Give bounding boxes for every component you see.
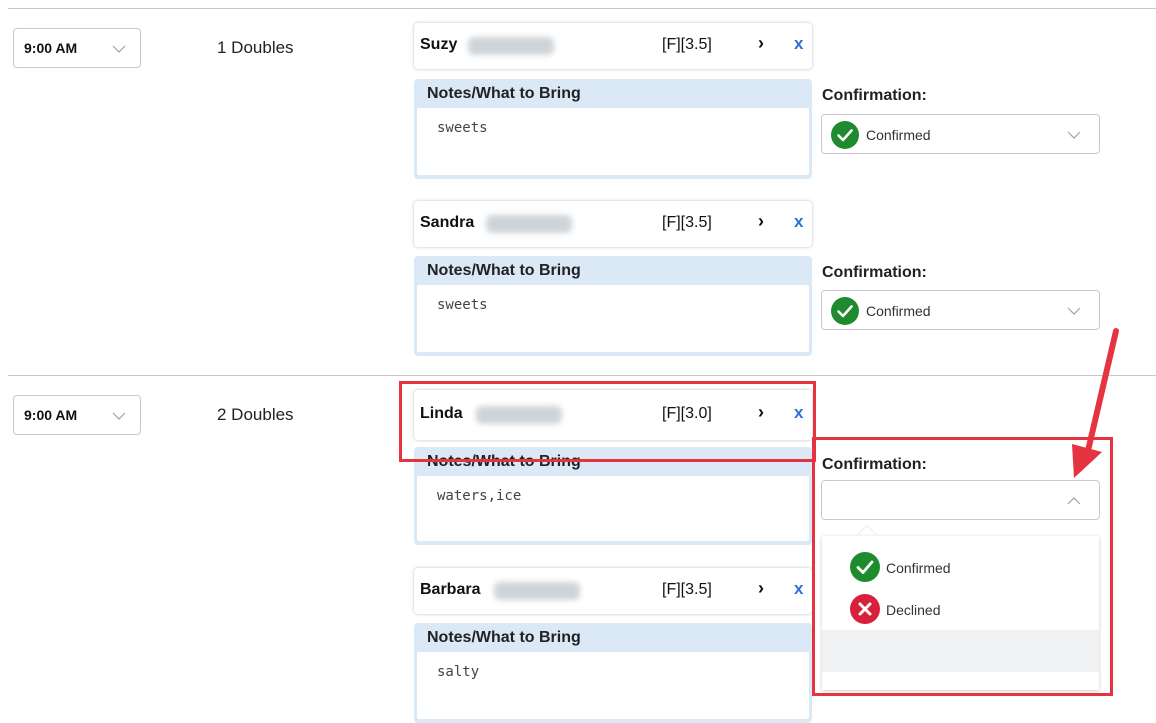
court-label: 2 Doubles: [217, 405, 294, 424]
notes-label: Notes/What to Bring: [427, 85, 581, 102]
player-rating: [F][3.5]: [662, 214, 712, 231]
chevron-down-icon: [112, 41, 126, 59]
check-circle-icon: [831, 121, 859, 154]
time-select-2[interactable]: 9:00 AM: [13, 395, 141, 435]
row-divider-middle: [8, 375, 1156, 376]
row-divider-top: [8, 8, 1156, 9]
notes-field[interactable]: sweets: [417, 285, 809, 352]
confirmation-label: Confirmation:: [822, 87, 927, 104]
highlight-box-player: [399, 381, 816, 462]
time-value: 9:00 AM: [24, 40, 78, 56]
chevron-down-icon: [112, 408, 126, 426]
notes-panel: Notes/What to Bring sweets: [414, 256, 812, 356]
player-card[interactable]: Suzy [F][3.5] › x: [414, 23, 812, 69]
player-name: Sandra: [420, 214, 475, 231]
chevron-down-icon: [1067, 303, 1081, 321]
time-value: 9:00 AM: [24, 407, 78, 423]
chevron-right-icon[interactable]: ›: [758, 33, 764, 54]
player-card[interactable]: Barbara [F][3.5] › x: [414, 568, 812, 614]
notes-field[interactable]: waters,ice: [417, 476, 809, 541]
chevron-right-icon[interactable]: ›: [758, 578, 764, 599]
confirmation-select[interactable]: Confirmed: [821, 114, 1100, 154]
confirmation-select[interactable]: Confirmed: [821, 290, 1100, 330]
chevron-right-icon[interactable]: ›: [758, 211, 764, 232]
player-rating: [F][3.5]: [662, 36, 712, 53]
chevron-down-icon: [1067, 127, 1081, 145]
blurred-last-name: [486, 215, 572, 233]
confirmation-label: Confirmation:: [822, 264, 927, 281]
player-name: Barbara: [420, 581, 481, 598]
notes-field[interactable]: sweets: [417, 108, 809, 175]
player-card[interactable]: Sandra [F][3.5] › x: [414, 201, 812, 247]
court-label: 1 Doubles: [217, 38, 294, 57]
blurred-last-name: [494, 582, 580, 600]
player-rating: [F][3.5]: [662, 581, 712, 598]
notes-field[interactable]: salty: [417, 652, 809, 719]
notes-panel: Notes/What to Bring sweets: [414, 79, 812, 179]
remove-player-button[interactable]: x: [794, 212, 803, 232]
notes-label: Notes/What to Bring: [427, 262, 581, 279]
blurred-last-name: [468, 37, 554, 55]
time-select-1[interactable]: 9:00 AM: [13, 28, 141, 68]
notes-panel: Notes/What to Bring salty: [414, 623, 812, 723]
notes-label: Notes/What to Bring: [427, 629, 581, 646]
player-name: Suzy: [420, 36, 458, 53]
remove-player-button[interactable]: x: [794, 34, 803, 54]
confirmation-value: Confirmed: [866, 303, 931, 319]
check-circle-icon: [831, 297, 859, 330]
confirmation-value: Confirmed: [866, 127, 931, 143]
highlight-box-dropdown: [812, 437, 1113, 696]
remove-player-button[interactable]: x: [794, 579, 803, 599]
